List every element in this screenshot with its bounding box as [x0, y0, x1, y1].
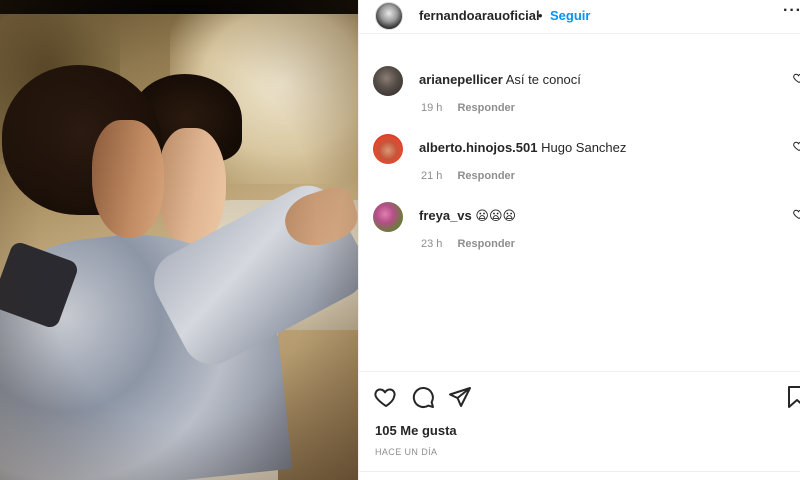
comment-time[interactable]: 19 h — [421, 102, 442, 114]
comment-text: arianepellicer Así te conocí — [419, 72, 581, 87]
comment-like-heart-icon[interactable] — [793, 72, 800, 84]
heart-icon[interactable] — [374, 385, 398, 409]
reply-button[interactable]: Responder — [457, 170, 514, 182]
comment-body: Hugo Sanchez — [541, 140, 627, 155]
divider — [359, 471, 800, 472]
header-separator: • — [538, 8, 543, 23]
comment-text: alberto.hinojos.501 Hugo Sanchez — [419, 140, 626, 155]
commenter-username[interactable]: alberto.hinojos.501 — [419, 140, 537, 155]
comment-like-heart-icon[interactable] — [793, 140, 800, 152]
commenter-username[interactable]: arianepellicer — [419, 72, 503, 87]
photo-vignette — [0, 0, 358, 480]
reply-button[interactable]: Responder — [457, 238, 514, 250]
author-username[interactable]: fernandoarauoficial — [419, 8, 540, 23]
share-icon[interactable] — [448, 385, 472, 409]
comment-text: freya_vs 😦😦😦 — [419, 208, 516, 224]
follow-button[interactable]: Seguir — [550, 8, 590, 23]
bookmark-icon[interactable] — [785, 385, 800, 409]
comment-meta: 21 h Responder — [421, 170, 515, 182]
comment-meta: 23 h Responder — [421, 238, 515, 250]
comment-item: alberto.hinojos.501 Hugo Sanchez 21 h Re… — [359, 134, 800, 194]
comment-like-heart-icon[interactable] — [793, 208, 800, 220]
comment-time[interactable]: 23 h — [421, 238, 442, 250]
post-actions-bar: 105 Me gusta HACE UN DÍA — [359, 371, 800, 472]
post-date[interactable]: HACE UN DÍA — [375, 447, 437, 457]
comment-item: arianepellicer Así te conocí 19 h Respon… — [359, 66, 800, 126]
comment-icon[interactable] — [411, 385, 435, 409]
comment-item: freya_vs 😦😦😦 23 h Responder — [359, 202, 800, 262]
reply-button[interactable]: Responder — [457, 102, 514, 114]
comment-body: Así te conocí — [505, 72, 581, 87]
comment-body: 😦😦😦 — [475, 208, 517, 223]
comment-time[interactable]: 21 h — [421, 170, 442, 182]
post-details-panel: fernandoarauoficial • Seguir ··· arianep… — [358, 0, 800, 480]
post-photo[interactable] — [0, 0, 358, 480]
commenter-avatar[interactable] — [373, 202, 403, 232]
comment-meta: 19 h Responder — [421, 102, 515, 114]
more-options-icon[interactable]: ··· — [783, 2, 800, 20]
commenter-avatar[interactable] — [373, 134, 403, 164]
commenter-username[interactable]: freya_vs — [419, 208, 472, 223]
author-avatar[interactable] — [375, 2, 403, 30]
likes-count[interactable]: 105 Me gusta — [375, 423, 457, 438]
commenter-avatar[interactable] — [373, 66, 403, 96]
post-header: fernandoarauoficial • Seguir ··· — [359, 0, 800, 34]
